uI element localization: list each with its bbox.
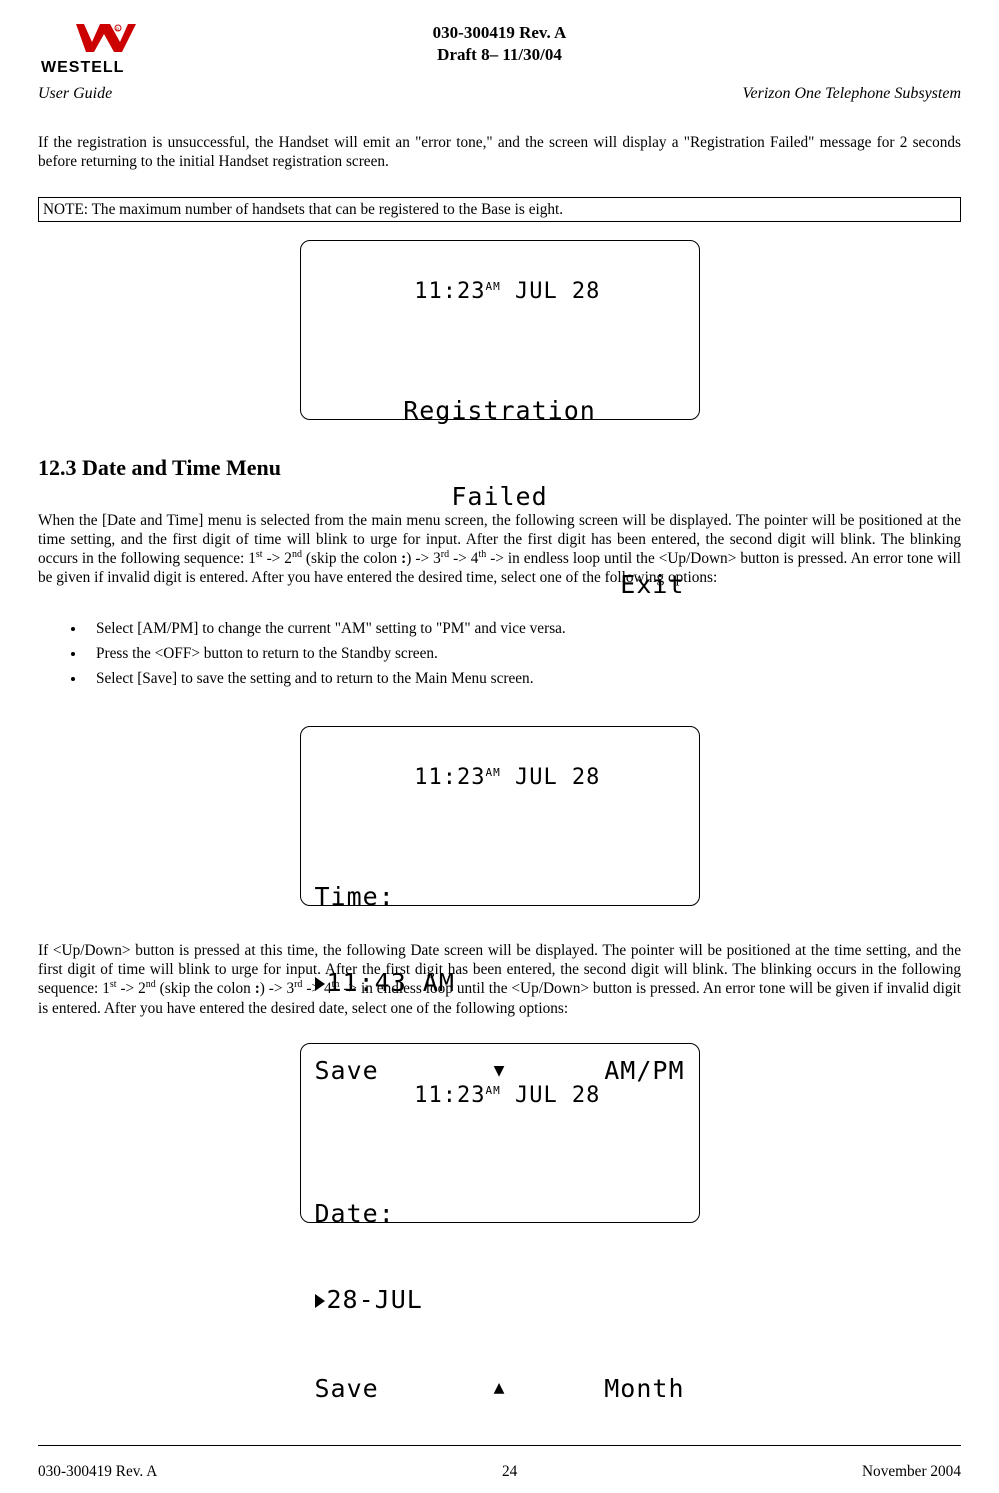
footer-page-number: 24 bbox=[502, 1462, 517, 1481]
note-box: NOTE: The maximum number of handsets tha… bbox=[38, 197, 961, 222]
bullet-off: Press the <OFF> button to return to the … bbox=[86, 644, 961, 663]
footer-right: November 2004 bbox=[862, 1462, 961, 1481]
options-list: Select [AM/PM] to change the current "AM… bbox=[38, 613, 961, 694]
footer-rule bbox=[38, 1445, 961, 1446]
lcd3-line1: Date: bbox=[315, 1200, 685, 1229]
logo: WESTELL R bbox=[38, 18, 148, 78]
paragraph-date-time-intro: When the [Date and Time] menu is selecte… bbox=[38, 511, 961, 588]
lcd2-time: 11:23 bbox=[414, 765, 485, 790]
lcd1-date: JUL 28 bbox=[515, 279, 600, 304]
lcd3-date: JUL 28 bbox=[515, 1083, 600, 1108]
lcd-screen-time: 11:23AM JUL 28 Time: 11:43 AM Save ▼ AM/… bbox=[300, 726, 700, 906]
lcd-screen-reg-failed: 11:23AM JUL 28 Registration Failed Exit bbox=[300, 240, 700, 420]
user-guide-label: User Guide bbox=[38, 84, 112, 104]
lcd1-ampm: AM bbox=[485, 280, 500, 293]
lcd-screen-date: 11:23AM JUL 28 Date: 28-JUL Save ▲ Month bbox=[300, 1043, 700, 1223]
doc-id: 030-300419 Rev. A bbox=[148, 22, 851, 44]
section-12-3-heading: 12.3 Date and Time Menu bbox=[38, 454, 961, 482]
paragraph-date-screen: If <Up/Down> button is pressed at this t… bbox=[38, 941, 961, 1018]
draft-line: Draft 8– 11/30/04 bbox=[148, 44, 851, 66]
bullet-ampm: Select [AM/PM] to change the current "AM… bbox=[86, 619, 961, 638]
lcd3-time: 11:23 bbox=[414, 1083, 485, 1108]
subsystem-label: Verizon One Telephone Subsystem bbox=[743, 84, 962, 104]
svg-text:WESTELL: WESTELL bbox=[41, 59, 124, 76]
bullet-save: Select [Save] to save the setting and to… bbox=[86, 669, 961, 688]
lcd1-time: 11:23 bbox=[414, 279, 485, 304]
lcd3-ampm: AM bbox=[485, 1084, 500, 1097]
footer-left: 030-300419 Rev. A bbox=[38, 1462, 157, 1481]
lcd2-line1: Time: bbox=[315, 883, 685, 912]
lcd1-line1: Registration bbox=[315, 397, 685, 426]
paragraph-reg-fail: If the registration is unsuccessful, the… bbox=[38, 133, 961, 171]
lcd1-line2: Failed bbox=[315, 483, 685, 512]
lcd2-date: JUL 28 bbox=[515, 765, 600, 790]
lcd2-ampm: AM bbox=[485, 766, 500, 779]
